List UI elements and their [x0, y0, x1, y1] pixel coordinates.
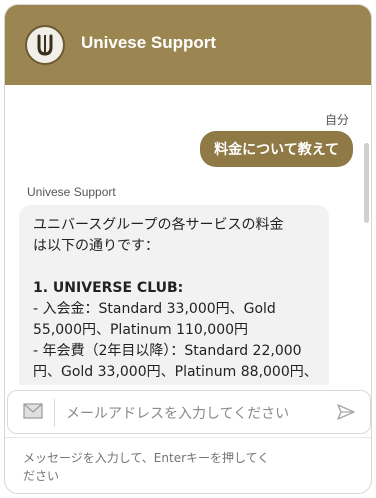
message-scrollbar[interactable]: [364, 143, 369, 223]
composer-divider: [5, 437, 371, 438]
bot-message-line: 1. UNIVERSE CLUB:: [33, 278, 315, 299]
chat-header: Univese Support: [5, 5, 371, 85]
email-input[interactable]: [64, 399, 328, 429]
user-sender-label: 自分: [324, 113, 349, 127]
bot-message-line: 円、Gold 33,000円、Platinum 88,000円、: [33, 364, 318, 380]
bot-message-line: は以下の通りです：: [33, 238, 159, 254]
bot-message-heading: 1. UNIVERSE CLUB:: [33, 280, 184, 296]
message-input[interactable]: [23, 449, 273, 489]
send-icon[interactable]: [336, 403, 356, 421]
chat-widget: Univese Support 自分 料金について教えて Univese Sup…: [4, 4, 372, 494]
brand-avatar: [25, 25, 65, 65]
bot-message-line: ユニバースグループの各サービスの料金: [33, 217, 284, 233]
header-title: Univese Support: [81, 33, 217, 52]
bot-message-line: - 入会金：Standard 33,000円、Gold: [33, 301, 276, 317]
bot-message-bubble: ユニバースグループの各サービスの料金 は以下の通りです： 1. UNIVERSE…: [19, 205, 329, 385]
brand-logo-icon: [37, 34, 53, 56]
email-divider: [54, 399, 55, 427]
bot-sender-label: Univese Support: [27, 185, 116, 199]
bot-message-line: 55,000円、Platinum 110,000円: [33, 322, 249, 338]
bot-message-line: - 年会費（2年目以降）：Standard 22,000: [33, 343, 302, 359]
email-box: [7, 390, 371, 434]
email-row: [5, 390, 371, 438]
message-list[interactable]: 自分 料金について教えて Univese Support ユニバースグループの各…: [5, 95, 371, 385]
mail-icon: [23, 403, 43, 419]
bot-message-line: [33, 257, 315, 278]
user-message-bubble: 料金について教えて: [200, 131, 353, 167]
